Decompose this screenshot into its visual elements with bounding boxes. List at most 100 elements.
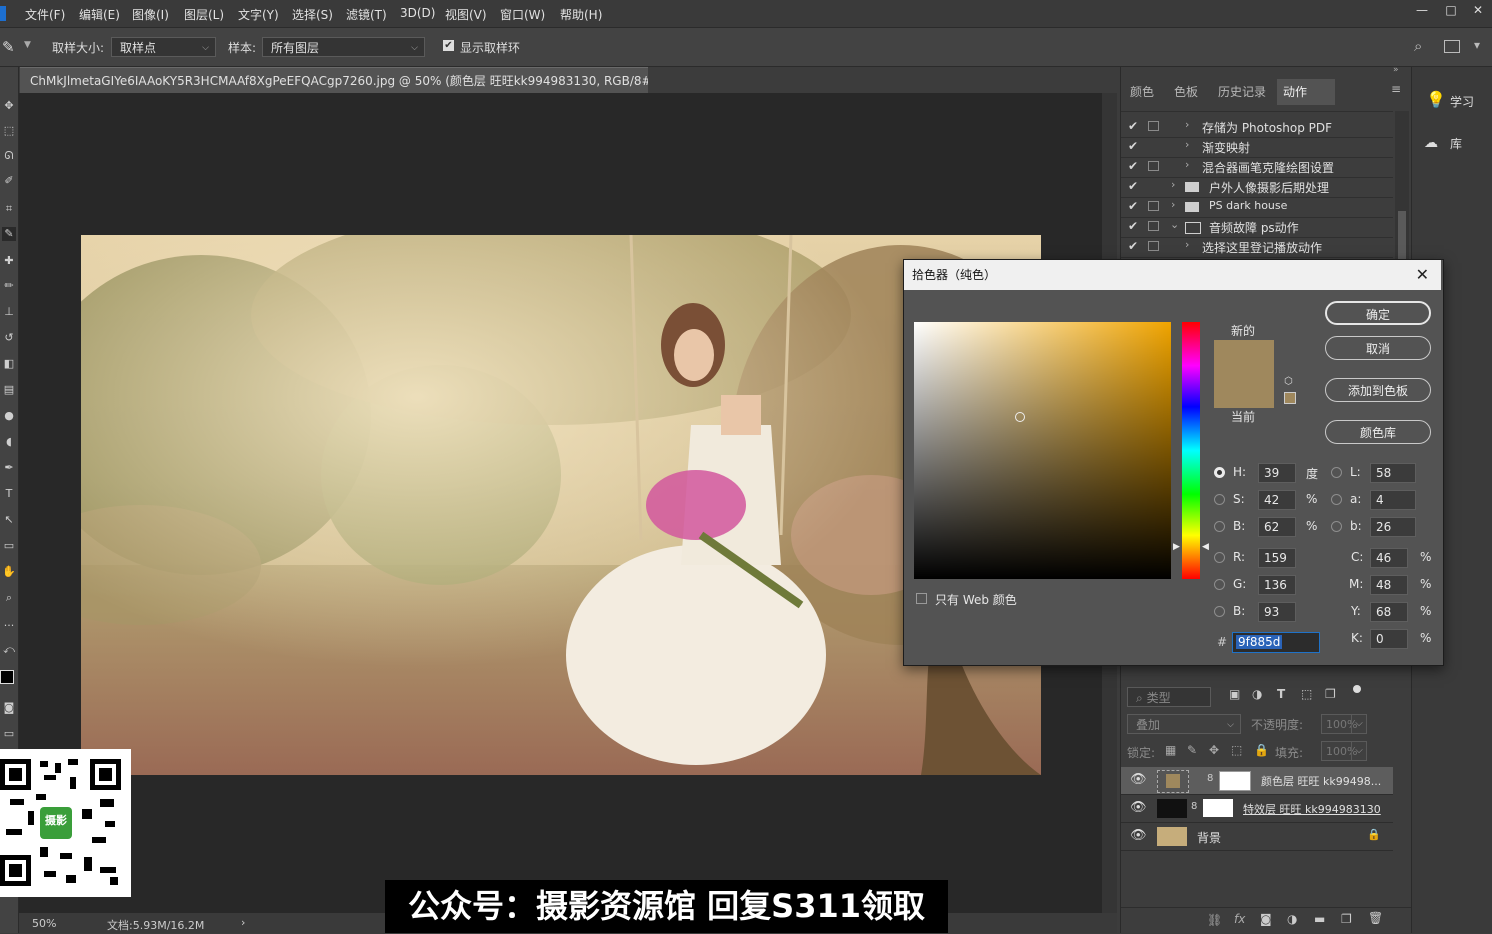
action-row[interactable]: ✔ › 选择这里登记播放动作: [1121, 237, 1393, 258]
menu-filter[interactable]: 滤镜(T): [346, 6, 387, 23]
current-color-swatch[interactable]: [1214, 374, 1274, 408]
eraser-tool-icon[interactable]: ◧: [2, 357, 16, 371]
maximize-icon[interactable]: □: [1439, 3, 1463, 21]
menu-3d[interactable]: 3D(D): [400, 6, 435, 20]
action-row[interactable]: ✔ › 渐变映射: [1121, 137, 1393, 158]
pen-tool-icon[interactable]: ✒: [2, 461, 16, 475]
action-row[interactable]: ✔ › 混合器画笔克隆绘图设置: [1121, 157, 1393, 178]
screen-mode-icon[interactable]: ▭: [2, 727, 16, 741]
dialog-toggle-icon[interactable]: [1148, 161, 1159, 171]
fx-icon[interactable]: fx: [1234, 912, 1245, 926]
minimize-icon[interactable]: —: [1410, 3, 1434, 21]
saturation-radio[interactable]: [1214, 494, 1225, 505]
menu-view[interactable]: 视图(V): [445, 6, 487, 23]
check-icon[interactable]: ✔: [1128, 219, 1138, 233]
filter-pixel-icon[interactable]: ▣: [1229, 687, 1240, 701]
lab-a-input[interactable]: 4: [1370, 490, 1416, 510]
action-set-row[interactable]: ✔ › 户外人像摄影后期处理: [1121, 177, 1393, 198]
menu-layer[interactable]: 图层(L): [184, 6, 224, 23]
collapse-icon[interactable]: ⌄: [1170, 218, 1179, 231]
blur-tool-icon[interactable]: ●: [2, 409, 16, 423]
search-icon[interactable]: ⌕: [1414, 37, 1422, 55]
menu-window[interactable]: 窗口(W): [500, 6, 545, 23]
show-ring-checkbox[interactable]: ✔: [443, 40, 454, 51]
blend-mode-select[interactable]: 叠加 ⌵: [1127, 714, 1241, 734]
cancel-button[interactable]: 取消: [1325, 336, 1431, 360]
lab-l-input[interactable]: 58: [1370, 463, 1416, 483]
cyan-input[interactable]: 46: [1370, 548, 1408, 568]
layer-mask-thumbnail[interactable]: [1219, 771, 1251, 791]
new-group-icon[interactable]: ▬: [1314, 912, 1325, 926]
dialog-toggle-icon[interactable]: [1148, 241, 1159, 251]
color-picker-cursor[interactable]: [1015, 412, 1025, 422]
hue-slider-right-arrow-icon[interactable]: ◀: [1202, 542, 1209, 552]
action-row[interactable]: ✔ › 存储为 Photoshop PDF: [1121, 117, 1393, 138]
history-brush-icon[interactable]: ↺: [2, 331, 16, 345]
lab-b-radio[interactable]: [1331, 521, 1342, 532]
zoom-tool-icon[interactable]: ⌕: [2, 591, 16, 605]
type-tool-icon[interactable]: T: [2, 487, 16, 501]
photo-canvas[interactable]: [81, 235, 1041, 775]
brightness-radio[interactable]: [1214, 521, 1225, 532]
visibility-eye-icon[interactable]: 👁: [1130, 828, 1147, 843]
lasso-tool-icon[interactable]: ᘏ: [2, 149, 16, 163]
hue-radio[interactable]: [1214, 467, 1225, 478]
layer-name[interactable]: 背景: [1197, 829, 1221, 846]
lab-l-radio[interactable]: [1331, 467, 1342, 478]
lab-b-input[interactable]: 26: [1370, 517, 1416, 537]
filter-shape-icon[interactable]: ⬚: [1301, 687, 1312, 701]
brightness-input[interactable]: 62: [1258, 517, 1296, 537]
expand-icon[interactable]: ›: [1185, 158, 1189, 171]
layer-mask-thumbnail[interactable]: [1203, 799, 1233, 817]
healing-tool-icon[interactable]: ✚: [2, 254, 16, 268]
green-radio[interactable]: [1214, 579, 1225, 590]
scroll-thumb[interactable]: [1398, 211, 1406, 261]
hand-tool-icon[interactable]: ✋: [2, 565, 16, 579]
tab-swatches[interactable]: 色板: [1168, 79, 1204, 105]
hex-input[interactable]: 9f885d: [1232, 632, 1320, 653]
swap-colors-icon[interactable]: ⤺: [2, 643, 16, 657]
lock-artboard-icon[interactable]: ⬚: [1231, 743, 1242, 757]
blue-radio[interactable]: [1214, 606, 1225, 617]
expand-icon[interactable]: ›: [1171, 178, 1175, 191]
hue-slider-left-arrow-icon[interactable]: ▶: [1173, 542, 1180, 552]
layer-name[interactable]: 颜色层 旺旺 kk99498...: [1261, 773, 1381, 789]
web-only-checkbox[interactable]: [916, 593, 927, 604]
tab-actions[interactable]: 动作: [1277, 79, 1335, 105]
dodge-tool-icon[interactable]: ◖: [2, 435, 16, 449]
new-layer-icon[interactable]: ❐: [1341, 912, 1352, 926]
expand-icon[interactable]: ›: [1171, 198, 1175, 211]
path-select-icon[interactable]: ↖: [2, 513, 16, 527]
lab-a-radio[interactable]: [1331, 494, 1342, 505]
adjustment-layer-icon[interactable]: ◑: [1287, 912, 1297, 926]
layer-name[interactable]: 特效层 旺旺 kk994983130: [1243, 801, 1381, 817]
layer-row-background[interactable]: 👁 背景 🔒: [1121, 823, 1393, 851]
learn-button[interactable]: 学习: [1450, 93, 1474, 110]
quick-select-tool-icon[interactable]: ✐: [2, 174, 16, 188]
ok-button[interactable]: 确定: [1325, 301, 1431, 325]
blue-input[interactable]: 93: [1258, 602, 1296, 622]
menu-type[interactable]: 文字(Y): [238, 6, 279, 23]
link-layers-icon[interactable]: ⛓: [1207, 913, 1222, 927]
check-icon[interactable]: ✔: [1128, 139, 1138, 153]
lock-all-icon[interactable]: 🔒: [1254, 743, 1269, 757]
sample-select[interactable]: 所有图层 ⌵: [262, 37, 425, 57]
saturation-input[interactable]: 42: [1258, 490, 1296, 510]
delete-layer-icon[interactable]: 🗑: [1368, 911, 1383, 925]
zoom-level[interactable]: 50%: [32, 917, 56, 930]
tab-color[interactable]: 颜色: [1124, 79, 1160, 105]
opacity-dropdown-icon[interactable]: ⌵: [1351, 714, 1367, 734]
fill-dropdown-icon[interactable]: ⌵: [1351, 741, 1367, 761]
layer-row-color[interactable]: 👁 8 颜色层 旺旺 kk99498...: [1121, 767, 1393, 795]
red-radio[interactable]: [1214, 552, 1225, 563]
magenta-input[interactable]: 48: [1370, 575, 1408, 595]
tool-preset-caret-icon[interactable]: ▼: [24, 40, 31, 50]
check-icon[interactable]: ✔: [1128, 239, 1138, 253]
tab-history[interactable]: 历史记录: [1212, 79, 1272, 105]
expand-icon[interactable]: ›: [1185, 238, 1189, 251]
red-input[interactable]: 159: [1258, 548, 1296, 568]
visibility-eye-icon[interactable]: 👁: [1130, 772, 1147, 787]
workspace-caret-icon[interactable]: ▾: [1474, 38, 1480, 52]
eyedropper-tool-icon[interactable]: ✎: [2, 227, 16, 241]
layer-row-effects[interactable]: 👁 8 特效层 旺旺 kk994983130: [1121, 795, 1393, 823]
